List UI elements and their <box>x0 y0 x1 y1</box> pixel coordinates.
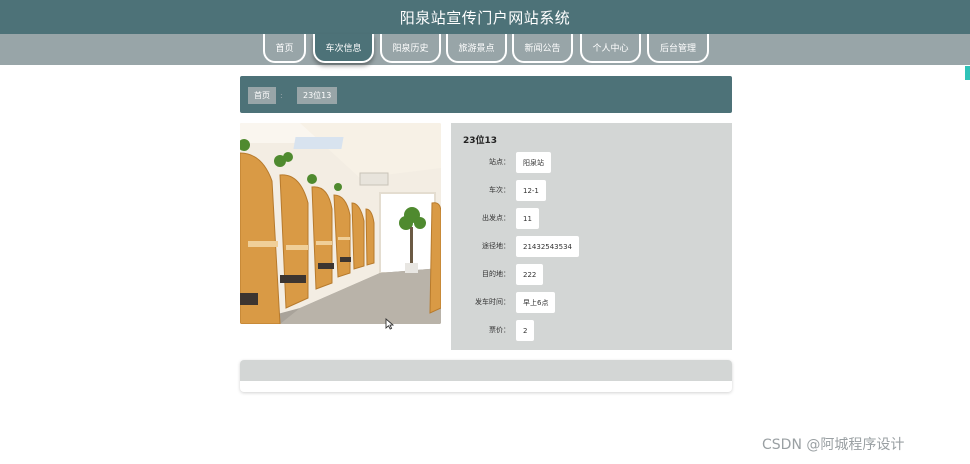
field-label: 途径地： <box>482 242 510 250</box>
field-label: 出发点： <box>482 214 510 222</box>
field-label: 票价： <box>489 326 510 334</box>
breadcrumb-current: 23位13 <box>297 87 338 104</box>
breadcrumb-separator: : <box>280 91 283 100</box>
site-header: 阳泉站宣传门户网站系统 <box>0 0 970 34</box>
detail-panel: 23位13 站点： 阳泉站 车次： 12-1 出发点： 11 途径地： 2143… <box>451 123 732 350</box>
field-value: 2 <box>516 320 535 341</box>
content-card <box>240 360 732 392</box>
field-row-departure-time: 发车时间： 早上6点 <box>451 292 732 313</box>
study-room-photo-image <box>240 123 441 324</box>
field-row-station: 站点： 阳泉站 <box>451 152 732 173</box>
field-row-departure: 出发点： 11 <box>451 208 732 229</box>
field-value: 222 <box>516 264 544 285</box>
main-nav: 首页 车次信息 阳泉历史 旅游景点 新闻公告 个人中心 后台管理 <box>0 34 970 65</box>
field-value: 11 <box>516 208 539 229</box>
detail-title: 23位13 <box>463 136 498 146</box>
field-row-train-number: 车次： 12-1 <box>451 180 732 201</box>
nav-item-attractions[interactable]: 旅游景点 <box>446 34 507 63</box>
site-title: 阳泉站宣传门户网站系统 <box>399 8 571 27</box>
app-root: 阳泉站宣传门户网站系统 首页 车次信息 阳泉历史 旅游景点 新闻公告 个人中心 … <box>0 0 970 464</box>
side-float-tab[interactable] <box>965 66 970 80</box>
field-value: 阳泉站 <box>516 152 551 173</box>
breadcrumb-home-link[interactable]: 首页 <box>248 87 276 104</box>
mouse-cursor-icon <box>385 318 394 330</box>
nav-item-admin[interactable]: 后台管理 <box>647 34 709 63</box>
field-value: 21432543534 <box>516 236 579 257</box>
content-card-header <box>240 360 732 381</box>
field-label: 发车时间： <box>475 298 510 306</box>
field-label: 车次： <box>489 186 510 194</box>
nav-item-home[interactable]: 首页 <box>263 34 306 63</box>
field-row-via: 途径地： 21432543534 <box>451 236 732 257</box>
nav-item-user-center[interactable]: 个人中心 <box>580 34 641 63</box>
nav-item-train-info[interactable]: 车次信息 <box>313 34 374 63</box>
nav-item-history[interactable]: 阳泉历史 <box>380 34 441 63</box>
field-row-fare: 票价： 2 <box>451 320 732 341</box>
item-photo <box>240 123 441 324</box>
nav-item-news[interactable]: 新闻公告 <box>512 34 573 63</box>
field-value: 早上6点 <box>516 292 556 313</box>
field-value: 12-1 <box>516 180 546 201</box>
field-label: 站点： <box>489 158 510 166</box>
field-row-destination: 目的地： 222 <box>451 264 732 285</box>
watermark: CSDN @阿城程序设计 <box>762 437 905 453</box>
field-label: 目的地： <box>482 270 510 278</box>
breadcrumb: 首页 : 23位13 <box>240 76 732 113</box>
